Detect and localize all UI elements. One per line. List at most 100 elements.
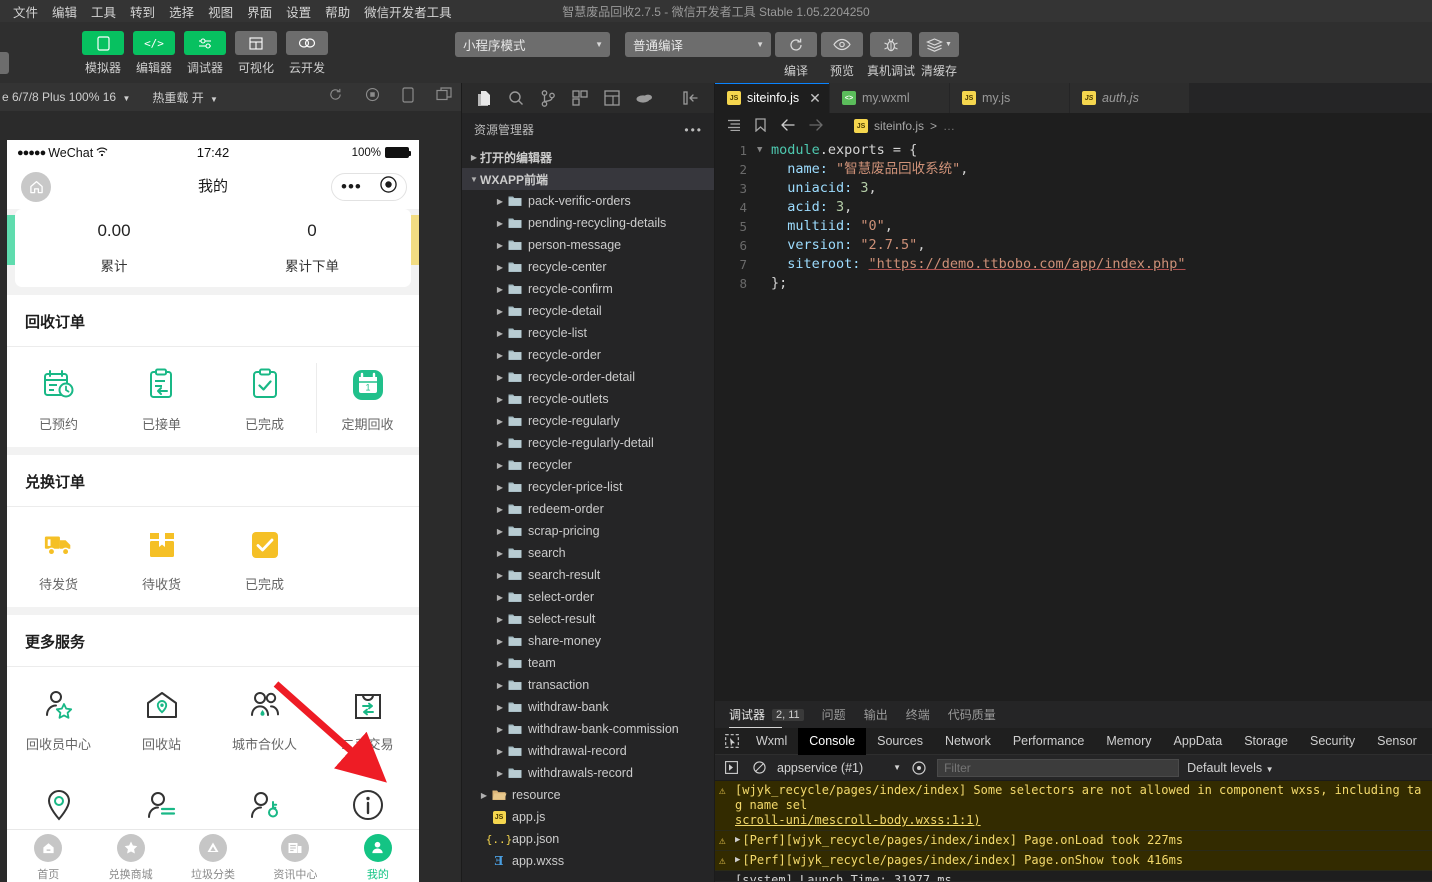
toolbar-simulator-button[interactable]: 模拟器 xyxy=(82,31,124,76)
explorer-tree-item[interactable]: ▶withdraw-bank xyxy=(462,696,715,718)
editor-tab-siteinfo-js[interactable]: JS siteinfo.js ✕ xyxy=(715,83,830,113)
devtools-tab-appdata[interactable]: AppData xyxy=(1163,728,1234,755)
explorer-tree-item[interactable]: ▶search xyxy=(462,542,715,564)
explorer-tree-item[interactable]: ▶recycle-outlets xyxy=(462,388,715,410)
console-log-row[interactable]: ⚠ ▶ [Perf][wjyk_recycle/pages/index/inde… xyxy=(715,851,1432,871)
chevron-right-icon[interactable]: ▶ xyxy=(494,241,506,250)
explorer-tree-item[interactable]: ▶redeem-order xyxy=(462,498,715,520)
panel-tab-output[interactable]: 输出 xyxy=(864,701,888,728)
bookmark-icon[interactable] xyxy=(755,118,766,135)
explorer-tree-item[interactable]: ▶scrap-pricing xyxy=(462,520,715,542)
chevron-right-icon[interactable]: ▶ xyxy=(494,549,506,558)
console-levels-select[interactable]: Default levels ▼ xyxy=(1187,761,1273,775)
chevron-right-icon[interactable]: ▶ xyxy=(494,571,506,580)
chevron-right-icon[interactable]: ▶ xyxy=(494,197,506,206)
toolbar-editor-button[interactable]: </> 编辑器 xyxy=(133,31,175,76)
grid-item-recycle-station[interactable]: 回收站 xyxy=(110,667,213,767)
chevron-right-icon[interactable]: ▶ xyxy=(494,659,506,668)
chevron-right-icon[interactable]: ▶ xyxy=(494,505,506,514)
ellipsis-icon[interactable]: ••• xyxy=(684,123,703,137)
breadcrumb[interactable]: JS siteinfo.js > … xyxy=(854,119,955,133)
menu-item-view[interactable]: 视图 xyxy=(201,0,240,23)
explorer-tree-item[interactable]: ▶withdrawal-record xyxy=(462,740,715,762)
panel-tab-terminal[interactable]: 终端 xyxy=(906,701,930,728)
more-dots-icon[interactable]: ••• xyxy=(341,183,362,191)
devtools-tab-sensor[interactable]: Sensor xyxy=(1366,728,1428,755)
console-log-row[interactable]: ⚠ [wjyk_recycle/pages/index/index] Some … xyxy=(715,781,1432,831)
grid-item-regular-recycle[interactable]: 1 定期回收 xyxy=(316,347,419,447)
explorer-tree-item[interactable]: Ǝapp.wxss xyxy=(462,850,715,872)
grid-item-completed[interactable]: 已完成 xyxy=(213,347,316,447)
cursor-select-icon[interactable] xyxy=(719,734,745,748)
chevron-right-icon[interactable]: ▶ xyxy=(494,637,506,646)
menu-item-interface[interactable]: 界面 xyxy=(240,0,279,23)
menu-item-select[interactable]: 选择 xyxy=(162,0,201,23)
grid-item-pending-receipt[interactable]: 待收货 xyxy=(110,507,213,607)
chevron-right-icon[interactable]: ▶ xyxy=(494,703,506,712)
explorer-tree-item[interactable]: ▶share-money xyxy=(462,630,715,652)
forward-arrow-icon[interactable] xyxy=(809,119,824,134)
chevron-right-icon[interactable]: ▶ xyxy=(494,769,506,778)
chevron-right-icon[interactable]: ▶ xyxy=(494,417,506,426)
close-icon[interactable]: ✕ xyxy=(809,90,821,107)
devtools-tab-storage[interactable]: Storage xyxy=(1233,728,1299,755)
chevron-right-icon[interactable]: ▶ xyxy=(494,219,506,228)
chevron-right-icon[interactable]: ▶ xyxy=(494,747,506,756)
editor-tab-my-js[interactable]: JS my.js xyxy=(950,83,1070,113)
explorer-tree-item[interactable]: ▶recycle-detail xyxy=(462,300,715,322)
editor-layout-icon[interactable] xyxy=(596,83,628,113)
chevron-right-icon[interactable]: ▶ xyxy=(494,307,506,316)
chevron-right-icon[interactable]: ▶ xyxy=(494,373,506,382)
grid-item-reserved[interactable]: 已预约 xyxy=(7,347,110,447)
back-arrow-icon[interactable] xyxy=(780,119,795,134)
explorer-tree-item[interactable]: ▶recycle-regularly xyxy=(462,410,715,432)
tabbar-item-home[interactable]: 首页 xyxy=(7,830,89,882)
fold-arrow-icon[interactable]: ▼ xyxy=(757,141,771,160)
devtools-tab-network[interactable]: Network xyxy=(934,728,1002,755)
explorer-tree-item[interactable]: ▶select-order xyxy=(462,586,715,608)
detach-icon[interactable] xyxy=(436,87,452,107)
explorer-tree-item[interactable]: ▶pack-verific-orders xyxy=(462,190,715,212)
chevron-right-icon[interactable]: ▶ xyxy=(494,329,506,338)
clear-cache-button[interactable]: ▼ 清缓存 xyxy=(919,32,959,79)
hot-reload-select[interactable]: 热重载 开 ▼ xyxy=(152,89,218,106)
panel-tab-debugger[interactable]: 调试器 2, 11 xyxy=(729,701,804,728)
explorer-tree-item[interactable]: ▶transaction xyxy=(462,674,715,696)
explorer-tree-item[interactable]: ▶recycle-confirm xyxy=(462,278,715,300)
explorer-tree-item[interactable]: ▶team xyxy=(462,652,715,674)
panel-tab-code-quality[interactable]: 代码质量 xyxy=(948,701,996,728)
chevron-right-icon[interactable]: ▶ xyxy=(494,285,506,294)
chevron-right-icon[interactable]: ▶ xyxy=(494,351,506,360)
chevron-right-icon[interactable]: ▶ xyxy=(494,593,506,602)
extensions-icon[interactable] xyxy=(564,83,596,113)
menu-item-file[interactable]: 文件 xyxy=(6,0,45,23)
grid-item-exchange-completed[interactable]: 已完成 xyxy=(213,507,316,607)
preview-button[interactable]: 预览 xyxy=(821,32,863,79)
menu-item-tools[interactable]: 工具 xyxy=(84,0,123,23)
chevron-right-icon[interactable]: ▶ xyxy=(494,461,506,470)
grid-item-pending-shipment[interactable]: 待发货 xyxy=(7,507,110,607)
devtools-tab-performance[interactable]: Performance xyxy=(1002,728,1096,755)
explorer-tree-item[interactable]: ▶select-result xyxy=(462,608,715,630)
outline-icon[interactable] xyxy=(727,119,741,134)
toolbar-left-stub[interactable] xyxy=(0,52,9,74)
device-select[interactable]: e 6/7/8 Plus 100% 16 ▼ xyxy=(2,90,130,104)
expand-arrow-icon[interactable]: ▶ xyxy=(735,853,740,868)
wechat-capsule[interactable]: ••• xyxy=(331,173,407,201)
explorer-tree-item[interactable]: JSapp.js xyxy=(462,806,715,828)
tabbar-item-sorting[interactable]: 垃圾分类 xyxy=(172,830,254,882)
cloud-db-icon[interactable] xyxy=(628,83,660,113)
explorer-tree-item[interactable]: ▶search-result xyxy=(462,564,715,586)
explorer-tree[interactable]: ▶pack-verific-orders▶pending-recycling-d… xyxy=(462,190,715,882)
tabbar-item-mine[interactable]: 我的 xyxy=(337,830,419,882)
explorer-tree-item[interactable]: ▶person-message xyxy=(462,234,715,256)
tabbar-item-news[interactable]: 资讯中心 xyxy=(254,830,336,882)
devtools-tab-security[interactable]: Security xyxy=(1299,728,1366,755)
source-control-icon[interactable] xyxy=(532,83,564,113)
chevron-right-icon[interactable]: ▶ xyxy=(494,483,506,492)
explorer-tree-item[interactable]: ▶recycle-list xyxy=(462,322,715,344)
editor-tab-auth-js[interactable]: JS auth.js xyxy=(1070,83,1190,113)
grid-item-accepted[interactable]: 已接单 xyxy=(110,347,213,447)
menu-item-settings[interactable]: 设置 xyxy=(279,0,318,23)
devtools-tab-sources[interactable]: Sources xyxy=(866,728,934,755)
